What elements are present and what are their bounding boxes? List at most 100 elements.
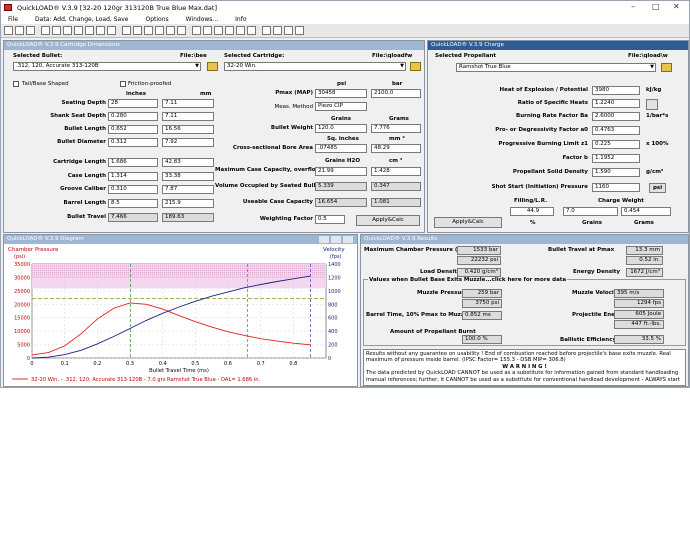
y-tick-label: 25000 <box>14 289 30 295</box>
pmax-psi-field[interactable]: 30458 <box>315 89 367 98</box>
weighting-factor-field[interactable]: 0.5 <box>315 215 345 224</box>
zoom-icon[interactable] <box>214 26 223 35</box>
dimension-mm-field[interactable]: 7.11 <box>162 99 214 108</box>
open-bullet-folder-icon[interactable] <box>207 62 218 71</box>
propellant-param-field[interactable]: 0.225 <box>592 140 640 149</box>
table-icon[interactable] <box>107 26 116 35</box>
warning-text: Results without any guarantee on usabili… <box>363 349 686 386</box>
diagram-close-icon[interactable] <box>343 236 353 243</box>
export-icon[interactable] <box>225 26 234 35</box>
dimension-mm-field[interactable]: 42.83 <box>162 158 214 167</box>
bullet-select[interactable]: .312, 120, Accurate 313-120B ▼ <box>13 62 201 71</box>
exit-icon[interactable] <box>295 26 304 35</box>
propellant-select[interactable]: Ramshot True Blue ▼ <box>456 63 656 72</box>
friction-checkbox[interactable] <box>120 81 126 87</box>
diagram-minimize-icon[interactable] <box>319 236 329 243</box>
cartridge-apply-button[interactable]: Apply&Calc <box>356 215 420 226</box>
propellant-param-field[interactable]: 2.6000 <box>592 112 640 121</box>
print-icon[interactable] <box>41 26 50 35</box>
save-file-icon[interactable] <box>26 26 35 35</box>
dimension-inches-field[interactable]: 28 <box>108 99 158 108</box>
cartridge-icon[interactable] <box>52 26 61 35</box>
charge-grains-field[interactable]: 7.0 <box>563 207 618 216</box>
maximize-icon[interactable]: □ <box>652 2 660 11</box>
chevron-down-icon: ▼ <box>400 63 404 69</box>
pressure-icon[interactable] <box>155 26 164 35</box>
dimension-inches-field[interactable]: 8.5 <box>108 199 158 208</box>
charge-apply-button[interactable]: Apply&Calc <box>434 217 502 228</box>
edit-pencil-icon[interactable] <box>646 99 658 110</box>
dimension-inches-field[interactable]: 0.312 <box>108 138 158 147</box>
menu-data[interactable]: Data: Add, Change, Load, Save <box>35 16 128 23</box>
info-icon[interactable] <box>273 26 282 35</box>
open-file-icon[interactable] <box>15 26 24 35</box>
bullet-weight-gr-field[interactable]: 120.0 <box>315 124 367 133</box>
propellant-param-field[interactable]: 3980 <box>592 86 640 95</box>
dimension-inches-field[interactable]: 0.280 <box>108 112 158 121</box>
chart-icon[interactable] <box>96 26 105 35</box>
calc-icon[interactable] <box>85 26 94 35</box>
pmax-bar-field[interactable]: 2100.0 <box>371 89 421 98</box>
cartridge-select[interactable]: 32-20 Win. ▼ <box>224 62 406 71</box>
y2-tick-label: 400 <box>328 329 338 335</box>
bullet-icon[interactable] <box>63 26 72 35</box>
grams-unit-label: Grams <box>634 220 654 226</box>
units-icon[interactable] <box>236 26 245 35</box>
dimension-inches-field[interactable]: 0.310 <box>108 185 158 194</box>
muzzle-values-group[interactable]: Values when Bullet Base Exits Muzzle...c… <box>363 277 686 346</box>
open-propellant-folder-icon[interactable] <box>661 63 672 72</box>
dimension-inches-field[interactable]: 1.314 <box>108 172 158 181</box>
dimension-mm-field[interactable]: 33.38 <box>162 172 214 181</box>
settings-icon[interactable] <box>247 26 256 35</box>
dimension-mm-field[interactable]: 7.87 <box>162 185 214 194</box>
filling-field[interactable]: 44.9 <box>510 207 554 216</box>
help-icon[interactable] <box>262 26 271 35</box>
velocity-icon[interactable] <box>166 26 175 35</box>
propellant-param-field[interactable]: 0.4763 <box>592 126 640 135</box>
barrel-icon[interactable] <box>144 26 153 35</box>
dimension-inches-field[interactable]: 0.652 <box>108 125 158 134</box>
y-axis-unit: (psi) <box>14 254 25 260</box>
cascade-icon[interactable] <box>203 26 212 35</box>
volume-seated-gr-field: 5.339 <box>315 182 367 191</box>
new-file-icon[interactable] <box>4 26 13 35</box>
open-cartridge-folder-icon[interactable] <box>410 62 421 71</box>
charge-grams-field[interactable]: 0.454 <box>621 207 671 216</box>
minimize-icon[interactable]: – <box>631 2 635 11</box>
propellant-param-field[interactable]: 1.1952 <box>592 154 640 163</box>
dimension-mm-field[interactable]: 215.9 <box>162 199 214 208</box>
bore-area-mm-field[interactable]: 48.29 <box>371 144 421 153</box>
dimension-mm-field[interactable]: 7.92 <box>162 138 214 147</box>
menu-info[interactable]: Info <box>235 16 246 23</box>
ladder-icon[interactable] <box>133 26 142 35</box>
dimension-mm-field[interactable]: 16.56 <box>162 125 214 134</box>
about-icon[interactable] <box>284 26 293 35</box>
menu-file[interactable]: File <box>8 16 18 23</box>
muzzle-section-label[interactable]: Values when Bullet Base Exits Muzzle...c… <box>368 277 568 283</box>
y2-tick-label: 0 <box>328 356 331 362</box>
propellant-param-unit[interactable]: psi <box>649 183 667 193</box>
dimension-mm-field[interactable]: 7.11 <box>162 112 214 121</box>
energy-icon[interactable] <box>177 26 186 35</box>
close-icon[interactable]: ✕ <box>673 2 680 11</box>
travel-pmax-in: 0.52 in. <box>626 256 663 265</box>
menu-options[interactable]: Options <box>145 16 168 23</box>
meas-method-field[interactable]: Piezo CIP <box>315 102 367 111</box>
tile-icon[interactable] <box>192 26 201 35</box>
bullet-weight-g-field[interactable]: 7.776 <box>371 124 421 133</box>
propellant-param-field[interactable]: 1.2240 <box>592 99 640 108</box>
menu-windows[interactable]: Windows... <box>186 16 219 23</box>
tail-base-checkbox[interactable] <box>13 81 19 87</box>
dimension-inches-field[interactable]: 1.686 <box>108 158 158 167</box>
sq-in-label: Sq. inches <box>327 136 359 142</box>
max-capacity-gr-field[interactable]: 21.99 <box>315 167 367 176</box>
units-inches-label: inches <box>126 91 146 97</box>
propellant-icon[interactable] <box>74 26 83 35</box>
diagram-maximize-icon[interactable] <box>331 236 341 243</box>
propellant-param-field[interactable]: 1160 <box>592 183 640 192</box>
bore-area-in-field[interactable]: .07485 <box>315 144 367 153</box>
x-tick-label: 0.6 <box>224 361 232 367</box>
propellant-param-field[interactable]: 1.590 <box>592 168 640 177</box>
compare-icon[interactable] <box>122 26 131 35</box>
max-capacity-cm-field[interactable]: 1.428 <box>371 167 421 176</box>
